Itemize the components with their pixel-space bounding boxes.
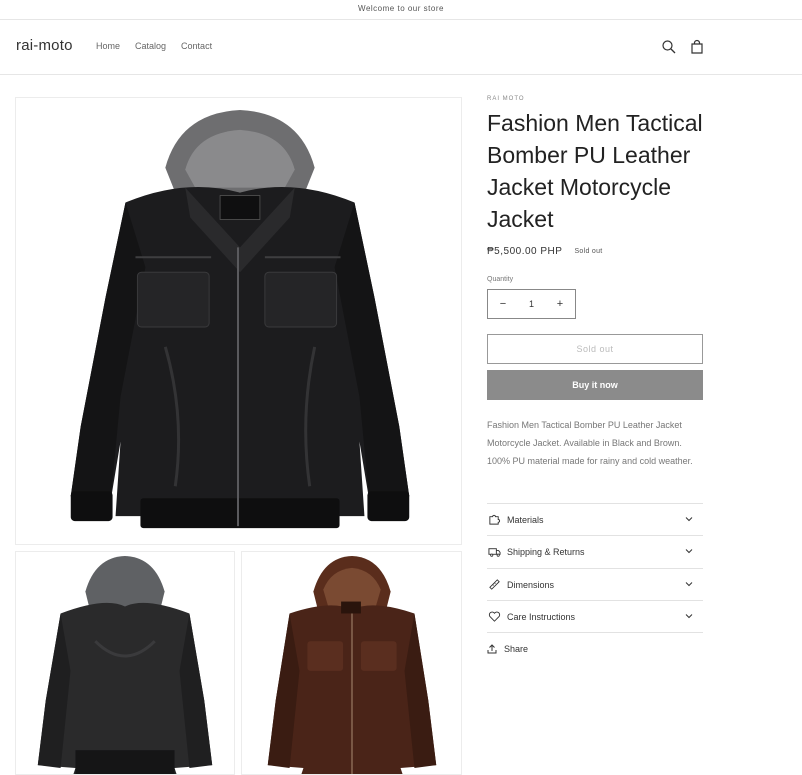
cart-icon[interactable] <box>689 39 705 55</box>
chevron-down-icon <box>685 614 693 619</box>
share-label: Share <box>504 644 529 654</box>
sold-out-button[interactable]: Sold out <box>487 334 703 364</box>
site-header: rai-moto Home Catalog Contact <box>0 20 802 75</box>
chevron-down-icon <box>685 517 693 522</box>
quantity-stepper: − 1 + <box>487 289 576 319</box>
product-price: ₱5,500.00 PHP <box>487 246 563 257</box>
product-vendor: RAI MOTO <box>487 96 525 102</box>
accordion-label: Materials <box>507 514 544 525</box>
heart-icon <box>487 610 501 624</box>
main-nav: Home Catalog Contact <box>96 41 212 51</box>
product-title: Fashion Men Tactical Bomber PU Leather J… <box>487 110 703 232</box>
quantity-value[interactable]: 1 <box>529 299 534 309</box>
chevron-down-icon <box>685 582 693 587</box>
product-image-back[interactable] <box>15 551 235 775</box>
accordion-label: Dimensions <box>507 579 555 590</box>
accordion-materials[interactable]: Materials <box>487 503 703 535</box>
quantity-decrease-button[interactable]: − <box>496 298 510 310</box>
product-image-brown[interactable] <box>241 551 462 775</box>
buy-now-button[interactable]: Buy it now <box>487 370 703 400</box>
accordion-label: Shipping & Returns <box>507 546 585 557</box>
accordion-divider <box>487 632 703 633</box>
accordion-label: Care Instructions <box>507 611 576 622</box>
price-row: ₱5,500.00 PHP Sold out <box>487 246 603 257</box>
puzzle-icon <box>487 513 501 527</box>
accordion-shipping[interactable]: Shipping & Returns <box>487 535 703 567</box>
nav-home[interactable]: Home <box>96 41 120 51</box>
quantity-label: Quantity <box>487 276 514 283</box>
ruler-icon <box>487 578 501 592</box>
product-description: Fashion Men Tactical Bomber PU Leather J… <box>487 420 693 466</box>
nav-catalog[interactable]: Catalog <box>135 41 166 51</box>
accordion-care[interactable]: Care Instructions <box>487 600 703 632</box>
accordion-dimensions[interactable]: Dimensions <box>487 568 703 600</box>
store-logo[interactable]: rai-moto <box>16 37 73 54</box>
share-button[interactable]: Share <box>487 644 528 654</box>
product-image-main[interactable] <box>15 97 462 545</box>
announcement-bar: Welcome to our store <box>0 0 802 20</box>
sold-out-badge: Sold out <box>574 248 603 255</box>
chevron-down-icon <box>685 549 693 554</box>
share-icon <box>487 644 497 654</box>
truck-icon <box>487 545 501 559</box>
search-icon[interactable] <box>661 39 677 55</box>
nav-contact[interactable]: Contact <box>181 41 212 51</box>
quantity-increase-button[interactable]: + <box>553 298 567 310</box>
